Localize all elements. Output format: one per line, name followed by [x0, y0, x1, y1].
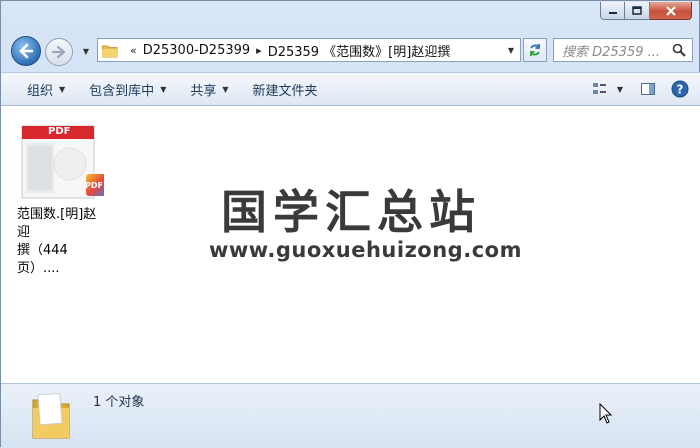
close-button[interactable]: [650, 2, 692, 20]
search-input[interactable]: 搜索 D25359 ...: [553, 38, 693, 62]
include-library-label: 包含到库中: [89, 83, 155, 99]
address-dropdown-button[interactable]: ▼: [502, 39, 520, 61]
organize-label: 组织: [27, 83, 54, 99]
preview-pane-button[interactable]: [635, 77, 661, 101]
help-button[interactable]: ?: [667, 77, 693, 101]
share-label: 共享: [190, 83, 217, 99]
toolbar-right-group: ▼ ?: [587, 77, 693, 101]
navigation-bar: ▼ « D25300-D25399 ▸ D25359 《范围数》[明]赵迎撰 ▼…: [1, 34, 700, 68]
watermark-url: www.guoxuehuizong.com: [209, 238, 522, 262]
preview-pane-icon: [641, 83, 655, 95]
breadcrumb-separator-icon[interactable]: ▸: [256, 44, 262, 57]
close-icon: [665, 5, 676, 16]
watermark-title: 国学汇总站: [221, 185, 481, 239]
refresh-icon: [530, 44, 540, 56]
chevron-down-icon: ▼: [222, 84, 229, 94]
view-options-dropdown[interactable]: ▼: [613, 77, 627, 101]
recent-pages-dropdown[interactable]: ▼: [81, 46, 91, 56]
file-item[interactable]: PDF PDF 范围数.[明]赵迎 撰（444页）....: [13, 124, 109, 278]
minimize-icon: [608, 11, 617, 14]
maximize-icon: [632, 5, 642, 15]
search-icon[interactable]: [672, 43, 686, 57]
item-count: 1 个对象: [93, 395, 145, 410]
back-button[interactable]: [11, 36, 41, 66]
breadcrumb-overflow-chevron[interactable]: «: [130, 44, 137, 57]
svg-text:?: ?: [677, 83, 684, 97]
file-name-line1: 范围数.[明]赵迎: [17, 207, 97, 240]
refresh-button[interactable]: [523, 38, 547, 62]
address-bar[interactable]: « D25300-D25399 ▸ D25359 《范围数》[明]赵迎撰 ▼: [97, 38, 521, 62]
new-folder-button[interactable]: 新建文件夹: [243, 76, 328, 102]
forward-button[interactable]: [45, 38, 73, 66]
breadcrumb-item[interactable]: D25300-D25399: [143, 43, 250, 58]
pdf-header-label: PDF: [48, 126, 71, 137]
pdf-file-thumbnail: PDF PDF: [18, 124, 108, 204]
maximize-button[interactable]: [625, 2, 650, 20]
mouse-pointer-icon: [599, 402, 613, 429]
include-in-library-menu[interactable]: 包含到库中 ▼: [79, 76, 176, 102]
share-menu[interactable]: 共享 ▼: [180, 76, 238, 102]
pdf-corner-badge: PDF: [85, 181, 103, 190]
chevron-down-icon: ▼: [59, 84, 66, 94]
command-bar: 组织 ▼ 包含到库中 ▼ 共享 ▼ 新建文件夹 ▼ ?: [1, 72, 700, 106]
change-view-button[interactable]: [587, 77, 613, 101]
file-name[interactable]: 范围数.[明]赵迎 撰（444页）....: [13, 206, 109, 278]
folder-icon: [29, 390, 73, 446]
arrow-left-icon: [19, 43, 34, 59]
chevron-down-icon: ▼: [160, 84, 167, 94]
help-icon: ?: [671, 80, 689, 98]
caption-buttons: [600, 2, 692, 20]
folder-icon: [101, 44, 118, 57]
search-placeholder: 搜索 D25359 ...: [562, 44, 661, 60]
details-pane: 1 个对象: [1, 383, 700, 448]
organize-menu[interactable]: 组织 ▼: [17, 76, 75, 102]
explorer-window: ▼ « D25300-D25399 ▸ D25359 《范围数》[明]赵迎撰 ▼…: [0, 0, 700, 448]
file-name-line2: 撰（444页）....: [17, 243, 68, 276]
arrow-right-icon: [51, 45, 66, 59]
minimize-button[interactable]: [600, 2, 625, 20]
view-icon: [593, 83, 606, 94]
new-folder-label: 新建文件夹: [252, 83, 318, 99]
file-list-area[interactable]: PDF PDF 范围数.[明]赵迎 撰（444页）.... 国学汇总站 www.…: [1, 106, 700, 383]
breadcrumb-item[interactable]: D25359 《范围数》[明]赵迎撰: [268, 41, 451, 60]
